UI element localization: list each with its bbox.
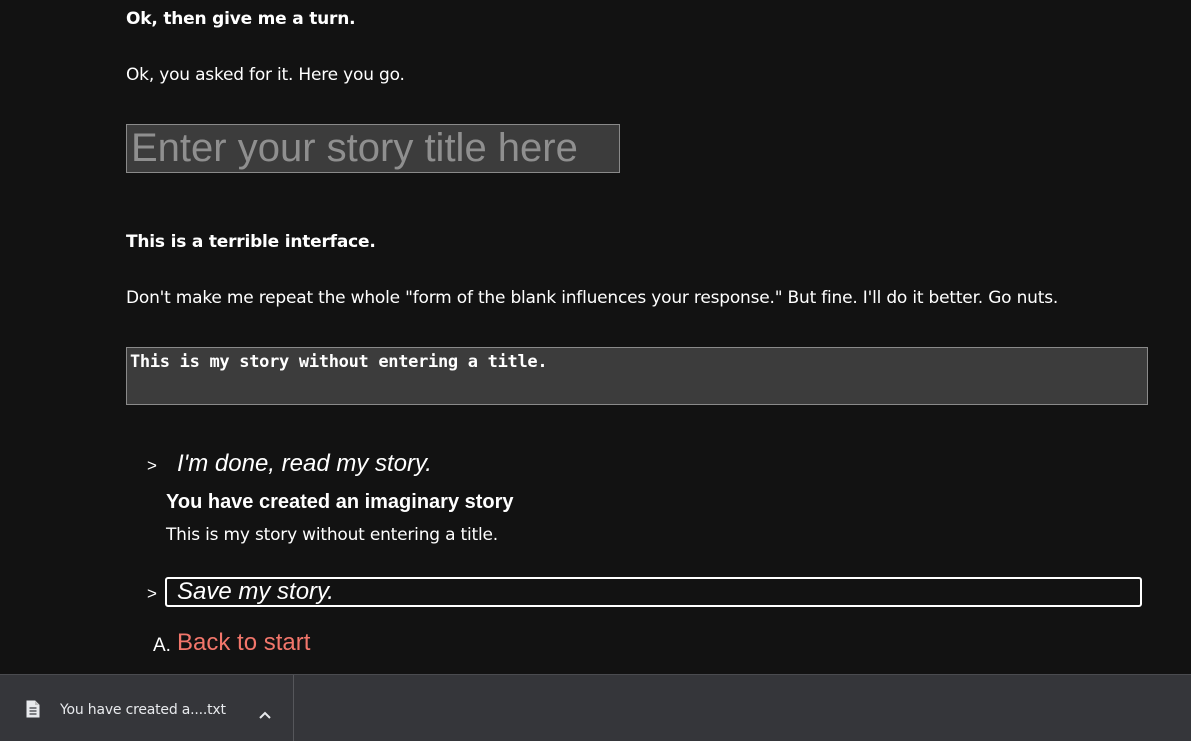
story-output-body: This is my story without entering a titl… bbox=[166, 525, 498, 545]
read-story-link[interactable]: I'm done, read my story. bbox=[177, 450, 432, 478]
story-title-input[interactable] bbox=[126, 124, 620, 173]
user-message-give-turn: Ok, then give me a turn. bbox=[126, 9, 356, 29]
file-document-icon bbox=[26, 700, 40, 722]
story-page: Ok, then give me a turn. Ok, you asked f… bbox=[0, 0, 1191, 741]
download-shelf: You have created a....txt bbox=[0, 674, 1191, 741]
story-text-input[interactable]: This is my story without entering a titl… bbox=[126, 347, 1148, 405]
reply-message-go-nuts: Don't make me repeat the whole "form of … bbox=[126, 288, 1059, 308]
save-story-label: Save my story. bbox=[177, 578, 334, 605]
list-marker-a: A. bbox=[153, 635, 171, 656]
user-message-terrible-interface: This is a terrible interface. bbox=[126, 232, 376, 252]
download-item[interactable]: You have created a....txt bbox=[0, 675, 294, 741]
save-story-button[interactable]: Save my story. bbox=[165, 577, 1142, 607]
back-to-start-link[interactable]: Back to start bbox=[177, 629, 310, 657]
download-file-name: You have created a....txt bbox=[60, 702, 226, 718]
chevron-up-icon[interactable] bbox=[258, 705, 272, 724]
reply-message-here-you-go: Ok, you asked for it. Here you go. bbox=[126, 65, 405, 85]
choice-marker-read: > bbox=[147, 456, 157, 475]
story-output-heading: You have created an imaginary story bbox=[166, 491, 514, 513]
choice-marker-save: > bbox=[147, 584, 157, 603]
